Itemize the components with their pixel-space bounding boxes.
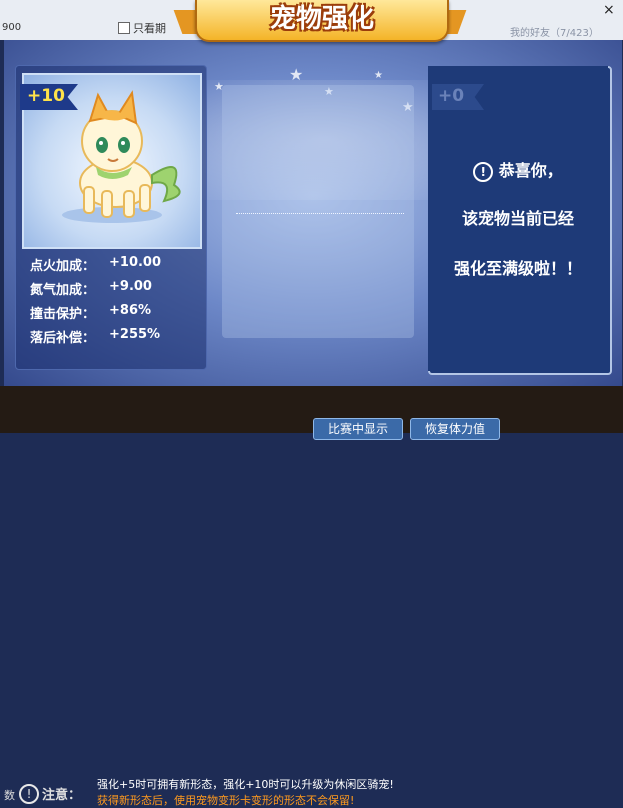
stat-label: 落后补偿： <box>30 331 96 346</box>
background-number: 900 <box>2 22 22 33</box>
stat-value: +10.00 <box>109 255 162 270</box>
result-message-line1: ! 恭喜你， <box>431 157 605 182</box>
star-icon: ★ <box>374 70 383 81</box>
stat-value: +86% <box>109 303 152 318</box>
close-icon[interactable]: × <box>603 2 615 18</box>
stat-value: +9.00 <box>109 279 152 294</box>
level-tag-value: +10 <box>27 86 65 106</box>
exclamation-icon: ! <box>473 161 494 182</box>
stat-value: +255% <box>109 327 161 342</box>
notice-label: 注意： <box>42 788 82 803</box>
divider <box>236 213 404 214</box>
friends-count[interactable]: 我的好友（7/423） <box>510 24 599 39</box>
stat-label: 点火加成： <box>30 259 96 274</box>
title-banner: 宠物强化 <box>195 0 449 42</box>
stat-row: 氮气加成： +9.00 <box>30 279 152 298</box>
result-message-line2: 该宠物当前已经 <box>461 209 574 228</box>
stat-row: 撞击保护： +86% <box>30 303 151 322</box>
notice-line1: 强化+5时可拥有新形态，强化+10时可以升级为休闲区骑宠! <box>97 778 394 791</box>
result-level-value: +0 <box>438 86 465 106</box>
notice-line2: 获得新形态后，使用宠物变形卡变形的形态不会保留! <box>97 794 355 807</box>
stat-row: 落后补偿： +255% <box>30 327 160 346</box>
show-in-race-button[interactable]: 比赛中显示 <box>313 418 403 440</box>
stat-label: 氮气加成： <box>30 283 96 298</box>
warning-icon: ! <box>19 784 39 804</box>
material-slot-area[interactable] <box>222 85 414 338</box>
filter-checkbox-label: 只看期 <box>133 22 166 35</box>
stat-row: 点火加成： +10.00 <box>30 255 161 274</box>
star-icon: ★ <box>289 65 304 84</box>
restore-stamina-button[interactable]: 恢复体力值 <box>410 418 500 440</box>
result-message-line3: 强化至满级啦！！ <box>453 259 582 278</box>
stat-label: 撞击保护： <box>30 307 96 322</box>
filter-checkbox[interactable] <box>118 22 130 34</box>
background-text: 数 <box>4 789 15 802</box>
dialog-title: 宠物强化 <box>269 4 374 34</box>
